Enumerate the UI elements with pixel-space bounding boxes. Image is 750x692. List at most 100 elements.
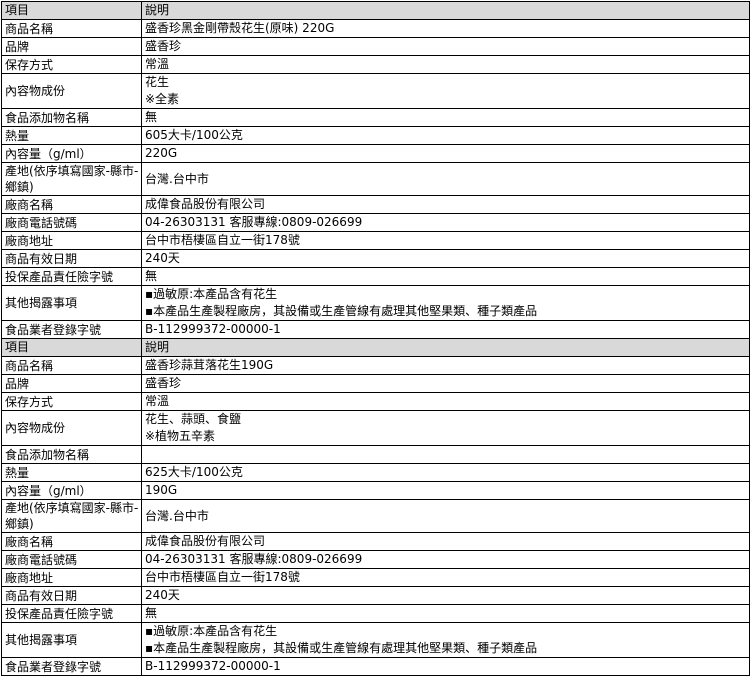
row-value: 台中市梧棲區自立一街178號 bbox=[141, 568, 750, 587]
table-row: 內容物成份 花生 ※全素 bbox=[1, 73, 750, 109]
row-label: 投保產品責任險字號 bbox=[1, 267, 142, 286]
table-row: 食品添加物名稱無 bbox=[1, 108, 750, 127]
row-label: 熱量 bbox=[1, 463, 142, 482]
value-line: 無 bbox=[145, 606, 158, 620]
table-row: 產地(依序填寫國家-縣市-鄉鎮) 台灣.台中市 bbox=[1, 499, 750, 533]
table-row: 廠商名稱 成偉食品股份有限公司 bbox=[1, 532, 750, 551]
row-value: 240天 bbox=[141, 586, 750, 605]
table-row: 其他揭露事項 ▪過敏原:本產品含有花生 ▪本產品生產製程廠房，其設備或生產管線有處理… bbox=[1, 622, 750, 658]
value-line: 常溫 bbox=[145, 57, 170, 71]
row-value: 04-26303131 客服專線:0809-026699 bbox=[141, 213, 750, 232]
row-value bbox=[141, 445, 750, 464]
header-description: 說明 bbox=[141, 338, 750, 357]
row-value: B-112999372-00000-1 bbox=[141, 657, 750, 676]
header-item: 項目 bbox=[1, 338, 142, 357]
row-value: 無 bbox=[141, 604, 750, 623]
row-label: 廠商地址 bbox=[1, 231, 142, 250]
row-label: 廠商電話號碼 bbox=[1, 550, 142, 569]
value-line: 花生、蒜頭、食鹽 bbox=[145, 412, 242, 426]
table-row: 廠商地址 台中市梧棲區自立一街178號 bbox=[1, 568, 750, 587]
value-line: 625大卡/100公克 bbox=[145, 465, 243, 479]
table-row: 食品業者登錄字號 B-112999372-00000-1 bbox=[1, 320, 750, 339]
row-label: 廠商名稱 bbox=[1, 195, 142, 214]
spec-table-body: 項目 說明 商品名稱 盛香珍黑金剛帶殼花生(原味) 220G 品牌 盛香珍 保存方式 常溫 內容… bbox=[1, 1, 750, 676]
value-line: B-112999372-00000-1 bbox=[145, 659, 281, 673]
value-line: ※全素 bbox=[145, 92, 180, 106]
table-row: 其他揭露事項 ▪過敏原:本產品含有花生 ▪本產品生產製程廠房，其設備或生產管線有處理… bbox=[1, 285, 750, 321]
row-label: 食品業者登錄字號 bbox=[1, 320, 142, 339]
value-line: 盛香珍 bbox=[145, 376, 182, 390]
table-row: 廠商地址 台中市梧棲區自立一街178號 bbox=[1, 231, 750, 250]
value-line: 220G bbox=[145, 146, 178, 160]
value-line: 04-26303131 客服專線:0809-026699 bbox=[145, 215, 363, 229]
value-line: 成偉食品股份有限公司 bbox=[145, 534, 266, 548]
row-value: 240天 bbox=[141, 249, 750, 268]
value-line: 240天 bbox=[145, 251, 180, 265]
value-line: ▪本產品生產製程廠房，其設備或生產管線有處理其他堅果類、種子類產品 bbox=[145, 641, 538, 655]
row-value: 盛香珍蒜茸落花生190G bbox=[141, 356, 750, 375]
row-label: 熱量 bbox=[1, 126, 142, 145]
row-value: 605大卡/100公克 bbox=[141, 126, 750, 145]
header-row: 項目 說明 bbox=[1, 1, 750, 20]
table-row: 產地(依序填寫國家-縣市-鄉鎮) 台灣.台中市 bbox=[1, 162, 750, 196]
value-line: 無 bbox=[145, 110, 158, 124]
value-line: ▪過敏原:本產品含有花生 bbox=[145, 287, 278, 301]
row-label: 內容量（g/ml） bbox=[1, 144, 142, 163]
row-label: 商品名稱 bbox=[1, 19, 142, 38]
row-label: 內容物成份 bbox=[1, 73, 142, 109]
value-line: ※植物五辛素 bbox=[145, 429, 216, 443]
value-line: 605大卡/100公克 bbox=[145, 128, 243, 142]
row-label: 商品有效日期 bbox=[1, 249, 142, 268]
table-row: 食品業者登錄字號 B-112999372-00000-1 bbox=[1, 657, 750, 676]
row-value: 盛香珍黑金剛帶殼花生(原味) 220G bbox=[141, 19, 750, 38]
row-value: 盛香珍 bbox=[141, 374, 750, 393]
row-label: 品牌 bbox=[1, 37, 142, 56]
table-row: 內容物成份 花生、蒜頭、食鹽 ※植物五辛素 bbox=[1, 410, 750, 446]
row-value: 台中市梧棲區自立一街178號 bbox=[141, 231, 750, 250]
row-label: 商品有效日期 bbox=[1, 586, 142, 605]
row-value: 成偉食品股份有限公司 bbox=[141, 532, 750, 551]
row-label: 內容量（g/ml） bbox=[1, 481, 142, 500]
value-line: 無 bbox=[145, 269, 158, 283]
product-spec-table: 項目 說明 商品名稱 盛香珍黑金剛帶殼花生(原味) 220G 品牌 盛香珍 保存方式 常溫 內容… bbox=[1, 1, 750, 676]
table-row: 熱量 625大卡/100公克 bbox=[1, 463, 750, 482]
value-line: B-112999372-00000-1 bbox=[145, 322, 281, 336]
row-label: 品牌 bbox=[1, 374, 142, 393]
table-row: 食品添加物名稱 bbox=[1, 445, 750, 464]
row-label: 產地(依序填寫國家-縣市-鄉鎮) bbox=[1, 162, 142, 196]
row-value: 190G bbox=[141, 481, 750, 500]
row-value: ▪過敏原:本產品含有花生 ▪本產品生產製程廠房，其設備或生產管線有處理其他堅果類、… bbox=[141, 285, 750, 321]
row-label: 食品業者登錄字號 bbox=[1, 657, 142, 676]
row-value: 無 bbox=[141, 108, 750, 127]
table-row: 廠商名稱 成偉食品股份有限公司 bbox=[1, 195, 750, 214]
value-line: 台中市梧棲區自立一街178號 bbox=[145, 233, 300, 247]
row-label: 廠商電話號碼 bbox=[1, 213, 142, 232]
table-row: 保存方式 常溫 bbox=[1, 55, 750, 74]
table-row: 商品有效日期 240天 bbox=[1, 586, 750, 605]
product-spec-sheet: 項目 說明 商品名稱 盛香珍黑金剛帶殼花生(原味) 220G 品牌 盛香珍 保存方式 常溫 內容… bbox=[0, 1, 750, 676]
value-line: 盛香珍黑金剛帶殼花生(原味) 220G bbox=[145, 21, 335, 35]
row-value: 成偉食品股份有限公司 bbox=[141, 195, 750, 214]
row-label: 投保產品責任險字號 bbox=[1, 604, 142, 623]
value-line: ▪過敏原:本產品含有花生 bbox=[145, 624, 278, 638]
row-label: 商品名稱 bbox=[1, 356, 142, 375]
table-row: 保存方式 常溫 bbox=[1, 392, 750, 411]
row-label: 食品添加物名稱 bbox=[1, 445, 142, 464]
table-row: 品牌 盛香珍 bbox=[1, 374, 750, 393]
row-value: 台灣.台中市 bbox=[141, 162, 750, 196]
row-label: 其他揭露事項 bbox=[1, 622, 142, 658]
value-line: 04-26303131 客服專線:0809-026699 bbox=[145, 552, 363, 566]
value-line: 盛香珍蒜茸落花生190G bbox=[145, 358, 274, 372]
table-row: 商品有效日期 240天 bbox=[1, 249, 750, 268]
row-label: 保存方式 bbox=[1, 55, 142, 74]
value-line: 成偉食品股份有限公司 bbox=[145, 197, 266, 211]
row-value: 常溫 bbox=[141, 392, 750, 411]
value-line: 台灣.台中市 bbox=[145, 508, 209, 523]
table-row: 商品名稱 盛香珍黑金剛帶殼花生(原味) 220G bbox=[1, 19, 750, 38]
row-label: 內容物成份 bbox=[1, 410, 142, 446]
value-line: 花生 bbox=[145, 75, 170, 89]
row-label: 廠商地址 bbox=[1, 568, 142, 587]
table-row: 廠商電話號碼 04-26303131 客服專線:0809-026699 bbox=[1, 550, 750, 569]
value-line: 台中市梧棲區自立一街178號 bbox=[145, 570, 300, 584]
row-value: 220G bbox=[141, 144, 750, 163]
